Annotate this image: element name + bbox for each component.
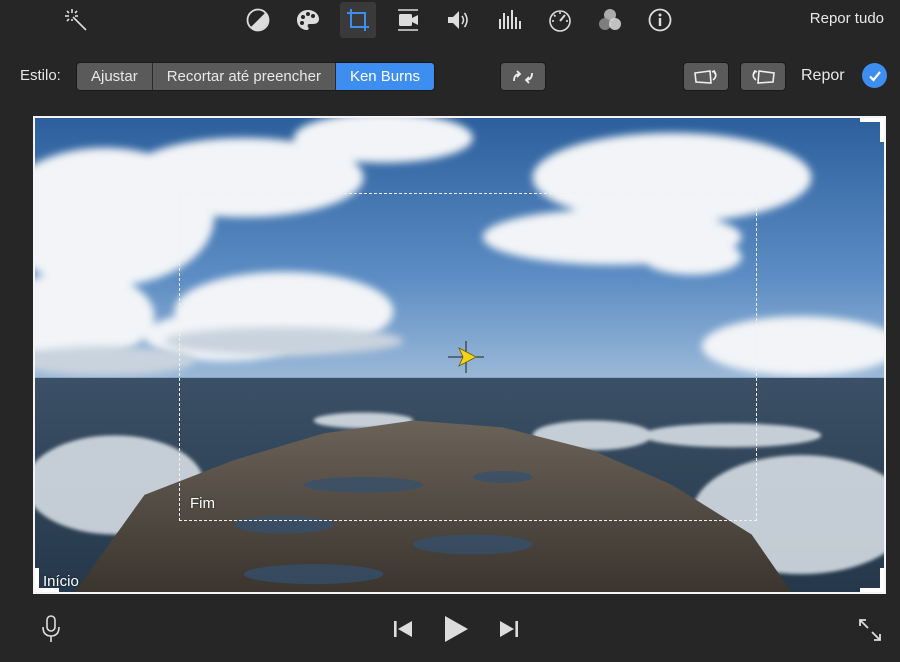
apply-checkmark-button[interactable] bbox=[862, 63, 887, 88]
crop-icon[interactable] bbox=[340, 2, 376, 38]
fullscreen-icon[interactable] bbox=[856, 616, 884, 644]
swap-arrows-icon bbox=[513, 69, 533, 84]
skip-forward-icon[interactable] bbox=[496, 617, 522, 641]
style-fit-button[interactable]: Ajustar bbox=[77, 63, 153, 90]
checkmark-icon bbox=[868, 70, 881, 82]
microphone-icon[interactable] bbox=[38, 614, 64, 644]
swap-start-end-button[interactable] bbox=[500, 62, 546, 91]
volume-icon[interactable] bbox=[440, 2, 476, 38]
rotate-right-icon bbox=[752, 69, 775, 84]
play-icon[interactable] bbox=[440, 613, 472, 645]
start-frame-handle-bottom-right[interactable] bbox=[860, 568, 884, 592]
style-segmented-control: Ajustar Recortar até preencher Ken Burns bbox=[76, 62, 435, 91]
reset-button[interactable]: Repor bbox=[801, 67, 845, 85]
style-label: Estilo: bbox=[20, 67, 61, 84]
magic-wand-icon[interactable] bbox=[58, 2, 94, 38]
equalizer-icon[interactable] bbox=[492, 2, 528, 38]
color-palette-icon[interactable] bbox=[290, 2, 326, 38]
crop-viewer[interactable]: Fim Início bbox=[33, 116, 886, 594]
crop-style-row: Estilo: Ajustar Recortar até preencher K… bbox=[0, 60, 900, 92]
end-frame-label: Fim bbox=[190, 495, 215, 512]
info-icon[interactable] bbox=[642, 2, 678, 38]
style-ken-burns-button[interactable]: Ken Burns bbox=[335, 63, 434, 90]
top-toolbar: Repor tudo bbox=[0, 0, 900, 40]
start-frame-handle-top-right[interactable] bbox=[860, 118, 884, 142]
rotate-right-button[interactable] bbox=[740, 62, 786, 91]
skip-back-icon[interactable] bbox=[390, 617, 416, 641]
rotate-left-icon bbox=[694, 69, 717, 84]
ken-burns-direction-arrow-icon[interactable] bbox=[447, 340, 485, 374]
filter-icon[interactable] bbox=[592, 2, 628, 38]
reset-all-button[interactable]: Repor tudo bbox=[810, 10, 884, 27]
speed-icon[interactable] bbox=[542, 2, 578, 38]
style-crop-to-fill-button[interactable]: Recortar até preencher bbox=[152, 63, 336, 90]
playback-controls bbox=[0, 606, 900, 656]
stabilization-icon[interactable] bbox=[390, 2, 426, 38]
color-balance-icon[interactable] bbox=[240, 2, 276, 38]
rotate-left-button[interactable] bbox=[683, 62, 729, 91]
start-frame-label: Início bbox=[43, 573, 79, 590]
